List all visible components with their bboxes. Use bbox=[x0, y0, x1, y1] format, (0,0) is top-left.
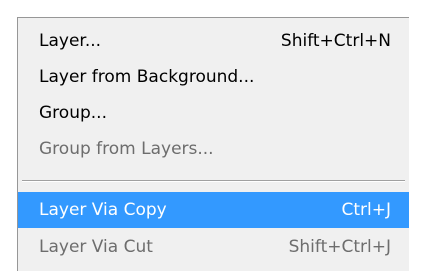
menu-item-label: Layer... bbox=[39, 31, 102, 51]
menu-item-shortcut: Ctrl+J bbox=[341, 200, 391, 220]
menu-item-layer[interactable]: Layer... Shift+Ctrl+N bbox=[18, 23, 409, 59]
menu-item-label: Group... bbox=[39, 103, 107, 123]
menu-item-label: Group from Layers... bbox=[39, 139, 214, 159]
menu-item-shortcut: Shift+Ctrl+J bbox=[288, 237, 391, 257]
menu-item-label: Layer from Background... bbox=[39, 67, 255, 87]
menu-separator bbox=[22, 180, 405, 182]
menu-item-label: Layer Via Cut bbox=[39, 237, 153, 257]
menu-item-group[interactable]: Group... bbox=[18, 95, 409, 131]
menu-item-label: Layer Via Copy bbox=[39, 200, 167, 220]
menu-item-group-from-layers: Group from Layers... bbox=[18, 131, 409, 167]
menu-item-shortcut: Shift+Ctrl+N bbox=[280, 31, 391, 51]
menu-item-layer-via-cut: Layer Via Cut Shift+Ctrl+J bbox=[18, 229, 409, 265]
menu-item-layer-via-copy[interactable]: Layer Via Copy Ctrl+J bbox=[18, 192, 409, 228]
menu-item-layer-from-background[interactable]: Layer from Background... bbox=[18, 59, 409, 95]
context-menu: Layer... Shift+Ctrl+N Layer from Backgro… bbox=[17, 17, 409, 271]
